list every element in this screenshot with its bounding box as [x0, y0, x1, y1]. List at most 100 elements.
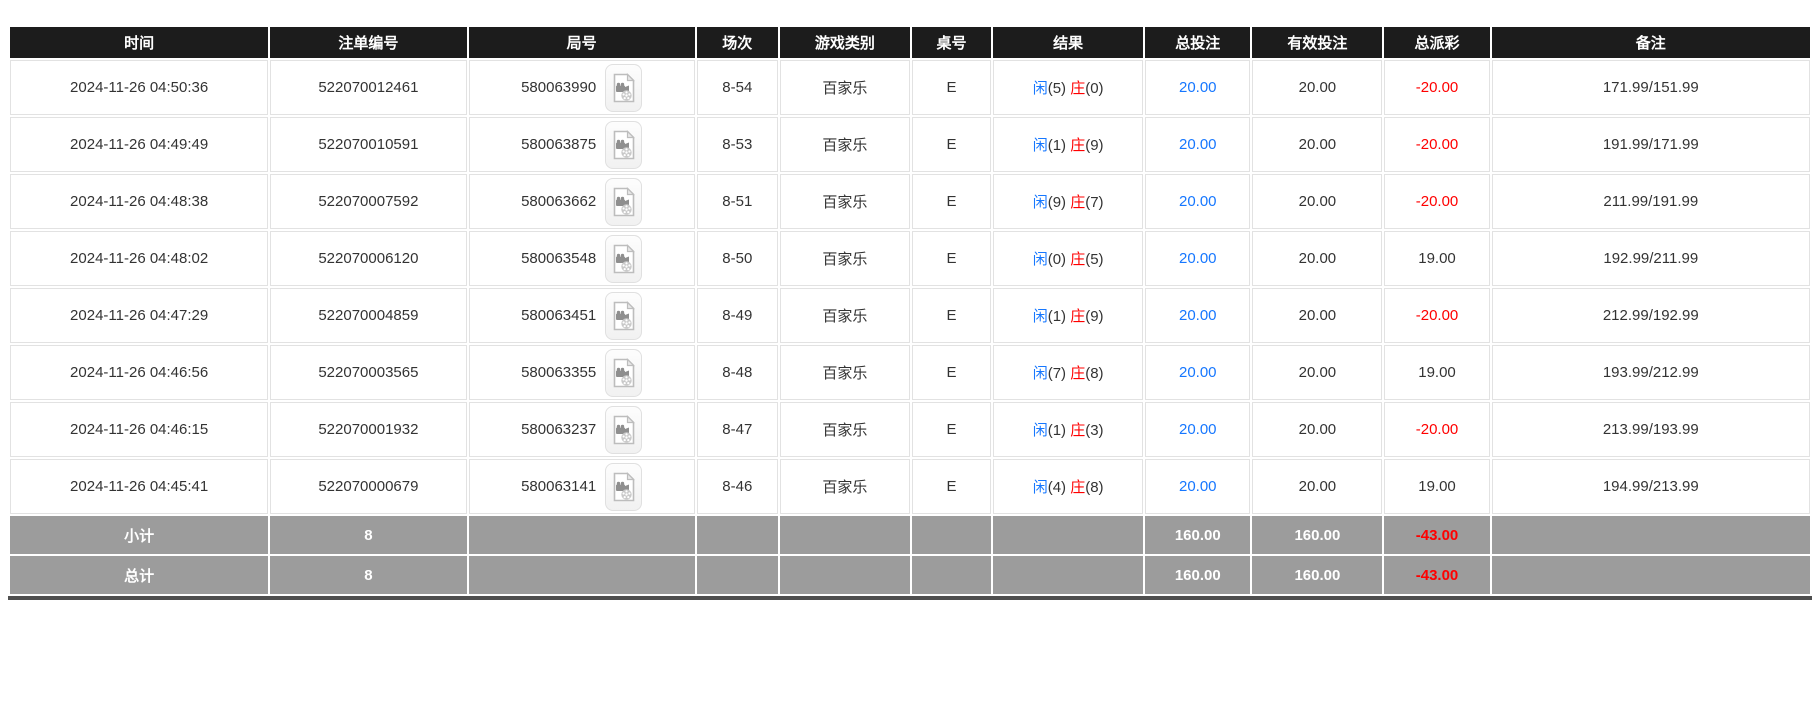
table-header-row: 时间 注单编号 局号 场次 游戏类别 桌号 结果 总投注 有效投注 总派彩 备注 [10, 27, 1810, 58]
cell-valid-bet: 20.00 [1252, 117, 1383, 172]
col-header-bet-id: 注单编号 [270, 27, 467, 58]
cell-bet-id: 522070010591 [270, 117, 467, 172]
video-replay-button[interactable] [605, 462, 643, 511]
cell-table-no: E [911, 174, 992, 229]
cell-valid-bet: 20.00 [1252, 174, 1383, 229]
video-replay-button[interactable] [605, 120, 643, 169]
cell-valid-bet: 20.00 [1252, 288, 1383, 343]
video-icon [613, 72, 635, 102]
table-row: 2024-11-26 04:48:38 522070007592 5800636… [10, 174, 1810, 229]
round-id-value: 580063990 [521, 79, 597, 96]
cell-table-no: E [911, 231, 992, 286]
cell-result: 闲(9) 庄(7) [993, 174, 1144, 229]
cell-result: 闲(1) 庄(9) [993, 117, 1144, 172]
cell-table-no: E [911, 117, 992, 172]
cell-game-type: 百家乐 [779, 231, 910, 286]
cell-result: 闲(1) 庄(9) [993, 288, 1144, 343]
result-banker-label: 庄 [1070, 365, 1086, 382]
cell-valid-bet: 20.00 [1252, 231, 1383, 286]
cell-bet-id: 522070000679 [270, 459, 467, 514]
summary-total-payout: -43.00 [1384, 556, 1490, 594]
cell-remark: 194.99/213.99 [1491, 459, 1810, 514]
video-replay-button[interactable] [605, 405, 643, 454]
cell-remark: 191.99/171.99 [1491, 117, 1810, 172]
col-header-table-no: 桌号 [911, 27, 992, 58]
result-player-label: 闲 [1032, 422, 1048, 439]
video-replay-button[interactable] [605, 177, 643, 226]
video-icon [613, 243, 635, 273]
summary-total-payout: -43.00 [1384, 516, 1490, 554]
cell-round-id: 580063355 [468, 345, 695, 400]
cell-session: 8-46 [696, 459, 778, 514]
summary-valid-bet: 160.00 [1252, 556, 1383, 594]
round-id-value: 580063548 [521, 250, 597, 267]
result-player-score: (4) [1047, 479, 1071, 496]
result-player-label: 闲 [1032, 308, 1048, 325]
cell-round-id: 580063141 [468, 459, 695, 514]
video-replay-button[interactable] [605, 63, 643, 112]
cell-bet-id: 522070003565 [270, 345, 467, 400]
round-id-value: 580063355 [521, 364, 597, 381]
col-header-total-payout: 总派彩 [1384, 27, 1490, 58]
col-header-valid-bet: 有效投注 [1252, 27, 1383, 58]
cell-time: 2024-11-26 04:47:29 [10, 288, 269, 343]
cell-session: 8-47 [696, 402, 778, 457]
summary-empty-cell [911, 516, 992, 554]
result-player-score: (9) [1047, 194, 1071, 211]
cell-session: 8-50 [696, 231, 778, 286]
cell-table-no: E [911, 288, 992, 343]
result-banker-label: 庄 [1070, 251, 1086, 268]
cell-time: 2024-11-26 04:49:49 [10, 117, 269, 172]
result-player-label: 闲 [1032, 194, 1048, 211]
cell-round-id: 580063451 [468, 288, 695, 343]
cell-result: 闲(1) 庄(3) [993, 402, 1144, 457]
result-banker-label: 庄 [1070, 479, 1086, 496]
cell-time: 2024-11-26 04:46:15 [10, 402, 269, 457]
round-id-value: 580063875 [521, 136, 597, 153]
cell-valid-bet: 20.00 [1252, 402, 1383, 457]
table-row: 2024-11-26 04:48:02 522070006120 5800635… [10, 231, 1810, 286]
cell-table-no: E [911, 402, 992, 457]
video-replay-button[interactable] [605, 348, 643, 397]
table-row: 2024-11-26 04:46:56 522070003565 5800633… [10, 345, 1810, 400]
video-replay-button[interactable] [605, 234, 643, 283]
cell-session: 8-51 [696, 174, 778, 229]
cell-result: 闲(5) 庄(0) [993, 60, 1144, 115]
cell-total-bet: 20.00 [1145, 174, 1251, 229]
cell-bet-id: 522070001932 [270, 402, 467, 457]
result-banker-score: (3) [1085, 422, 1104, 439]
summary-row: 总计 8 160.00 160.00 -43.00 [10, 556, 1810, 594]
summary-valid-bet: 160.00 [1252, 516, 1383, 554]
summary-empty-cell [696, 556, 778, 594]
result-banker-label: 庄 [1070, 422, 1086, 439]
cell-game-type: 百家乐 [779, 345, 910, 400]
cell-remark: 171.99/151.99 [1491, 60, 1810, 115]
summary-total-bet: 160.00 [1145, 516, 1251, 554]
result-banker-score: (7) [1085, 194, 1104, 211]
summary-empty-cell [468, 516, 695, 554]
summary-count: 8 [270, 516, 467, 554]
cell-remark: 212.99/192.99 [1491, 288, 1810, 343]
cell-table-no: E [911, 60, 992, 115]
round-id-value: 580063141 [521, 478, 597, 495]
summary-empty-cell [1491, 556, 1810, 594]
cell-total-bet: 20.00 [1145, 402, 1251, 457]
summary-empty-cell [696, 516, 778, 554]
video-icon [613, 300, 635, 330]
result-player-score: (5) [1047, 80, 1071, 97]
summary-label: 总计 [10, 556, 269, 594]
cell-round-id: 580063237 [468, 402, 695, 457]
table-row: 2024-11-26 04:45:41 522070000679 5800631… [10, 459, 1810, 514]
cell-session: 8-49 [696, 288, 778, 343]
cell-total-payout: -20.00 [1384, 402, 1490, 457]
round-id-value: 580063237 [521, 421, 597, 438]
cell-total-bet: 20.00 [1145, 231, 1251, 286]
video-replay-button[interactable] [605, 291, 643, 340]
round-id-value: 580063662 [521, 193, 597, 210]
table-row: 2024-11-26 04:46:15 522070001932 5800632… [10, 402, 1810, 457]
result-player-label: 闲 [1032, 80, 1048, 97]
summary-empty-cell [911, 556, 992, 594]
summary-empty-cell [779, 556, 910, 594]
video-icon [613, 129, 635, 159]
summary-label: 小计 [10, 516, 269, 554]
